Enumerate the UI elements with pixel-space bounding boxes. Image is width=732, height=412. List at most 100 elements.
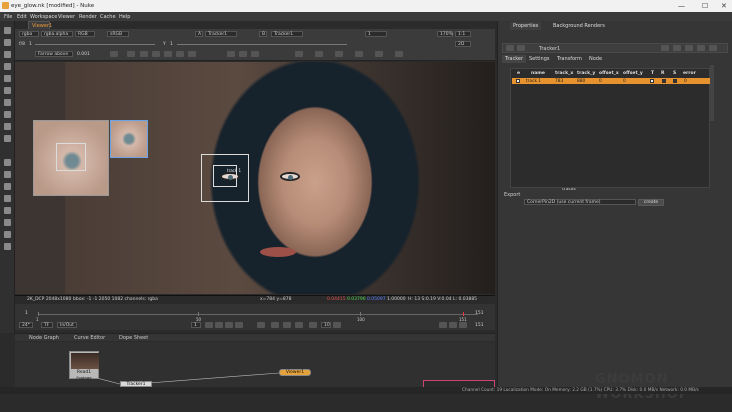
tab-settings[interactable]: Settings: [526, 55, 553, 63]
menu-cache[interactable]: Cache: [100, 14, 116, 20]
prev-frame-icon[interactable]: [225, 322, 233, 328]
inout-dropdown[interactable]: In/Out: [57, 322, 77, 328]
tab-background-renders[interactable]: Background Renders: [550, 22, 608, 30]
refresh-icon[interactable]: [335, 51, 343, 57]
color-tool-icon[interactable]: [4, 75, 11, 82]
lock-range-icon[interactable]: [459, 322, 467, 328]
col-t[interactable]: T: [651, 71, 654, 76]
transform-tool-icon[interactable]: [4, 123, 11, 130]
lut-dropdown[interactable]: sRGB: [107, 31, 129, 37]
export-dropdown[interactable]: CornerPin2D (use current frame): [524, 199, 636, 205]
row-name[interactable]: track 1: [526, 79, 541, 84]
view-mode-dropdown[interactable]: 2D: [455, 41, 471, 47]
track-zoom-window[interactable]: [33, 120, 109, 196]
menu-file[interactable]: File: [4, 14, 12, 20]
tab-tracker[interactable]: Tracker: [502, 55, 527, 63]
frame-field[interactable]: 1: [365, 31, 387, 37]
toolsets-icon[interactable]: [4, 195, 11, 202]
key-add-icon[interactable]: [227, 51, 235, 57]
timeline[interactable]: 1 1 50 100 151 151 24* TF In/Out 1 10 15…: [15, 304, 495, 330]
row-track-y[interactable]: 880: [577, 79, 585, 84]
undo-icon[interactable]: [685, 45, 693, 51]
tab-dope-sheet[interactable]: Dope Sheet: [119, 335, 148, 341]
scrollbar[interactable]: [710, 65, 714, 121]
step-field[interactable]: 10: [321, 322, 331, 328]
3d-tool-icon[interactable]: [4, 135, 11, 142]
zoom-window-icon[interactable]: [375, 51, 383, 57]
gain-value[interactable]: 1: [29, 42, 32, 47]
current-frame-field[interactable]: 1: [191, 322, 201, 328]
enable-checkbox[interactable]: [516, 79, 520, 83]
menu-help[interactable]: Help: [119, 14, 130, 20]
track-fwd-icon[interactable]: [176, 51, 184, 57]
ratio-dropdown[interactable]: 1:1: [455, 31, 471, 37]
tab-curve-editor[interactable]: Curve Editor: [74, 335, 105, 341]
playback-mode[interactable]: TF: [41, 322, 53, 328]
end-frame-field[interactable]: 151: [475, 323, 484, 328]
gain-slider[interactable]: [35, 44, 155, 45]
track-step-back-icon[interactable]: [140, 51, 148, 57]
col-offset-y[interactable]: offset_y: [623, 71, 643, 76]
col-name[interactable]: name: [531, 71, 545, 76]
table-row[interactable]: track 1 783 880 0 0 0: [512, 78, 710, 84]
prev-key-icon[interactable]: [215, 322, 223, 328]
redo-icon[interactable]: [697, 45, 705, 51]
particles-tool-icon[interactable]: [4, 183, 11, 190]
track-prev-icon[interactable]: [127, 51, 135, 57]
col-track-y[interactable]: track_y: [577, 71, 595, 76]
skip-back-icon[interactable]: [309, 322, 317, 328]
views-tool-icon[interactable]: [4, 159, 11, 166]
zoom-dropdown[interactable]: 170%: [437, 31, 453, 37]
settings-icon[interactable]: [315, 51, 323, 57]
gamma-value[interactable]: 1: [170, 42, 173, 47]
row-offset-x[interactable]: 0: [599, 79, 602, 84]
create-button[interactable]: create: [638, 199, 664, 206]
minimize-button[interactable]: —: [678, 2, 685, 10]
track-step-fwd-icon[interactable]: [164, 51, 172, 57]
t-checkbox[interactable]: [650, 79, 654, 83]
input-b-dropdown[interactable]: B: [259, 31, 267, 37]
tab-properties[interactable]: Properties: [510, 22, 542, 30]
close-node-icon[interactable]: [506, 45, 514, 51]
key-clear-icon[interactable]: [251, 51, 259, 57]
stop-icon[interactable]: [152, 51, 160, 57]
fps-field[interactable]: 24*: [19, 322, 33, 328]
col-error[interactable]: error: [683, 71, 696, 76]
collapse-node-icon[interactable]: [517, 45, 525, 51]
node-name-field[interactable]: Tracker1: [539, 46, 560, 52]
loop-icon[interactable]: [439, 322, 447, 328]
col-offset-x[interactable]: offset_x: [599, 71, 619, 76]
play-icon[interactable]: [257, 322, 265, 328]
revert-icon[interactable]: [709, 45, 717, 51]
skip-fwd-icon[interactable]: [333, 322, 341, 328]
gamma-slider[interactable]: [177, 44, 347, 45]
menu-viewer[interactable]: Viewer: [58, 14, 75, 20]
channel-alpha-dropdown[interactable]: rgba.alpha: [41, 31, 73, 37]
node-b-dropdown[interactable]: Tracker1: [271, 31, 303, 37]
col-e[interactable]: e: [517, 71, 520, 76]
merge-tool-icon[interactable]: [4, 111, 11, 118]
maximize-button[interactable]: ☐: [702, 2, 708, 10]
filter-tool-icon[interactable]: [4, 87, 11, 94]
other-tool-icon[interactable]: [4, 207, 11, 214]
col-s[interactable]: S: [673, 71, 676, 76]
col-r[interactable]: R: [661, 71, 664, 76]
tab-viewer1[interactable]: Viewer1: [28, 21, 52, 29]
s-checkbox[interactable]: [673, 79, 677, 83]
menu-workspace[interactable]: Workspace: [30, 14, 57, 20]
furnace-tool-icon[interactable]: [4, 219, 11, 226]
ocula-tool-icon[interactable]: [4, 243, 11, 250]
row-offset-y[interactable]: 0: [623, 79, 626, 84]
node-graph[interactable]: Read1 Footage Tracker1 Viewer1: [15, 342, 495, 390]
next-frame-icon[interactable]: [271, 322, 279, 328]
tab-node[interactable]: Node: [586, 55, 605, 63]
time-tool-icon[interactable]: [4, 51, 11, 58]
key-remove-icon[interactable]: [239, 51, 247, 57]
overlay-mode-dropdown[interactable]: Farrow above: [35, 51, 73, 57]
track-keyframe-window[interactable]: [110, 120, 148, 158]
image-tool-icon[interactable]: [4, 27, 11, 34]
snap-icon[interactable]: [355, 51, 363, 57]
colorspace-dropdown[interactable]: RGB: [75, 31, 95, 37]
menu-edit[interactable]: Edit: [17, 14, 27, 20]
input-a-dropdown[interactable]: A: [195, 31, 203, 37]
